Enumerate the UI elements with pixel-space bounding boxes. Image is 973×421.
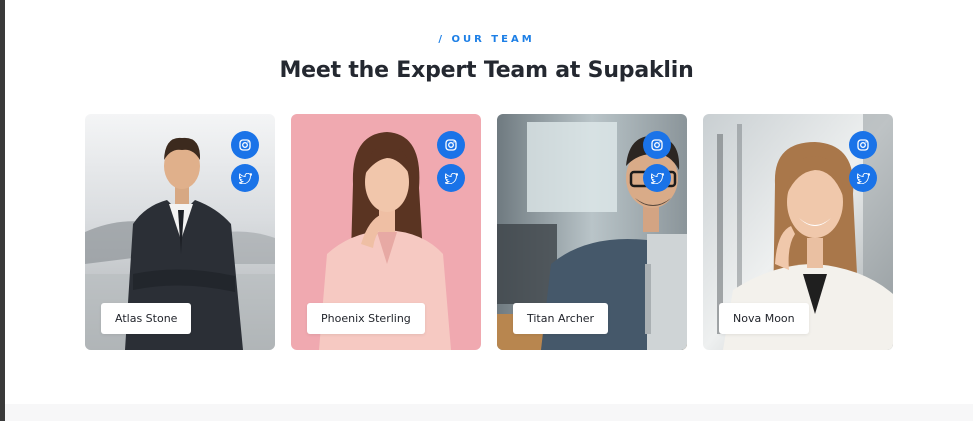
next-section-background — [5, 404, 973, 421]
team-member-name: Titan Archer — [513, 303, 609, 334]
team-member-name: Phoenix Sterling — [307, 303, 425, 334]
instagram-button[interactable] — [643, 131, 671, 159]
twitter-button[interactable] — [849, 164, 877, 192]
team-member-name: Atlas Stone — [101, 303, 192, 334]
team-member-name: Nova Moon — [719, 303, 809, 334]
instagram-button[interactable] — [231, 131, 259, 159]
instagram-icon — [857, 139, 869, 151]
twitter-icon — [444, 172, 458, 184]
team-card-atlas-stone[interactable]: Atlas Stone — [85, 114, 275, 350]
instagram-button[interactable] — [437, 131, 465, 159]
section-title: Meet the Expert Team at Supaklin — [279, 58, 694, 83]
instagram-button[interactable] — [849, 131, 877, 159]
team-card-nova-moon[interactable]: Nova Moon — [703, 114, 893, 350]
twitter-icon — [238, 172, 252, 184]
team-card-titan-archer[interactable]: Titan Archer — [497, 114, 687, 350]
instagram-icon — [651, 139, 663, 151]
twitter-button[interactable] — [437, 164, 465, 192]
twitter-icon — [650, 172, 664, 184]
section-eyebrow: / OUR TEAM — [438, 34, 535, 45]
twitter-button[interactable] — [231, 164, 259, 192]
team-card-phoenix-sterling[interactable]: Phoenix Sterling — [291, 114, 481, 350]
instagram-icon — [239, 139, 251, 151]
twitter-button[interactable] — [643, 164, 671, 192]
instagram-icon — [445, 139, 457, 151]
twitter-icon — [856, 172, 870, 184]
